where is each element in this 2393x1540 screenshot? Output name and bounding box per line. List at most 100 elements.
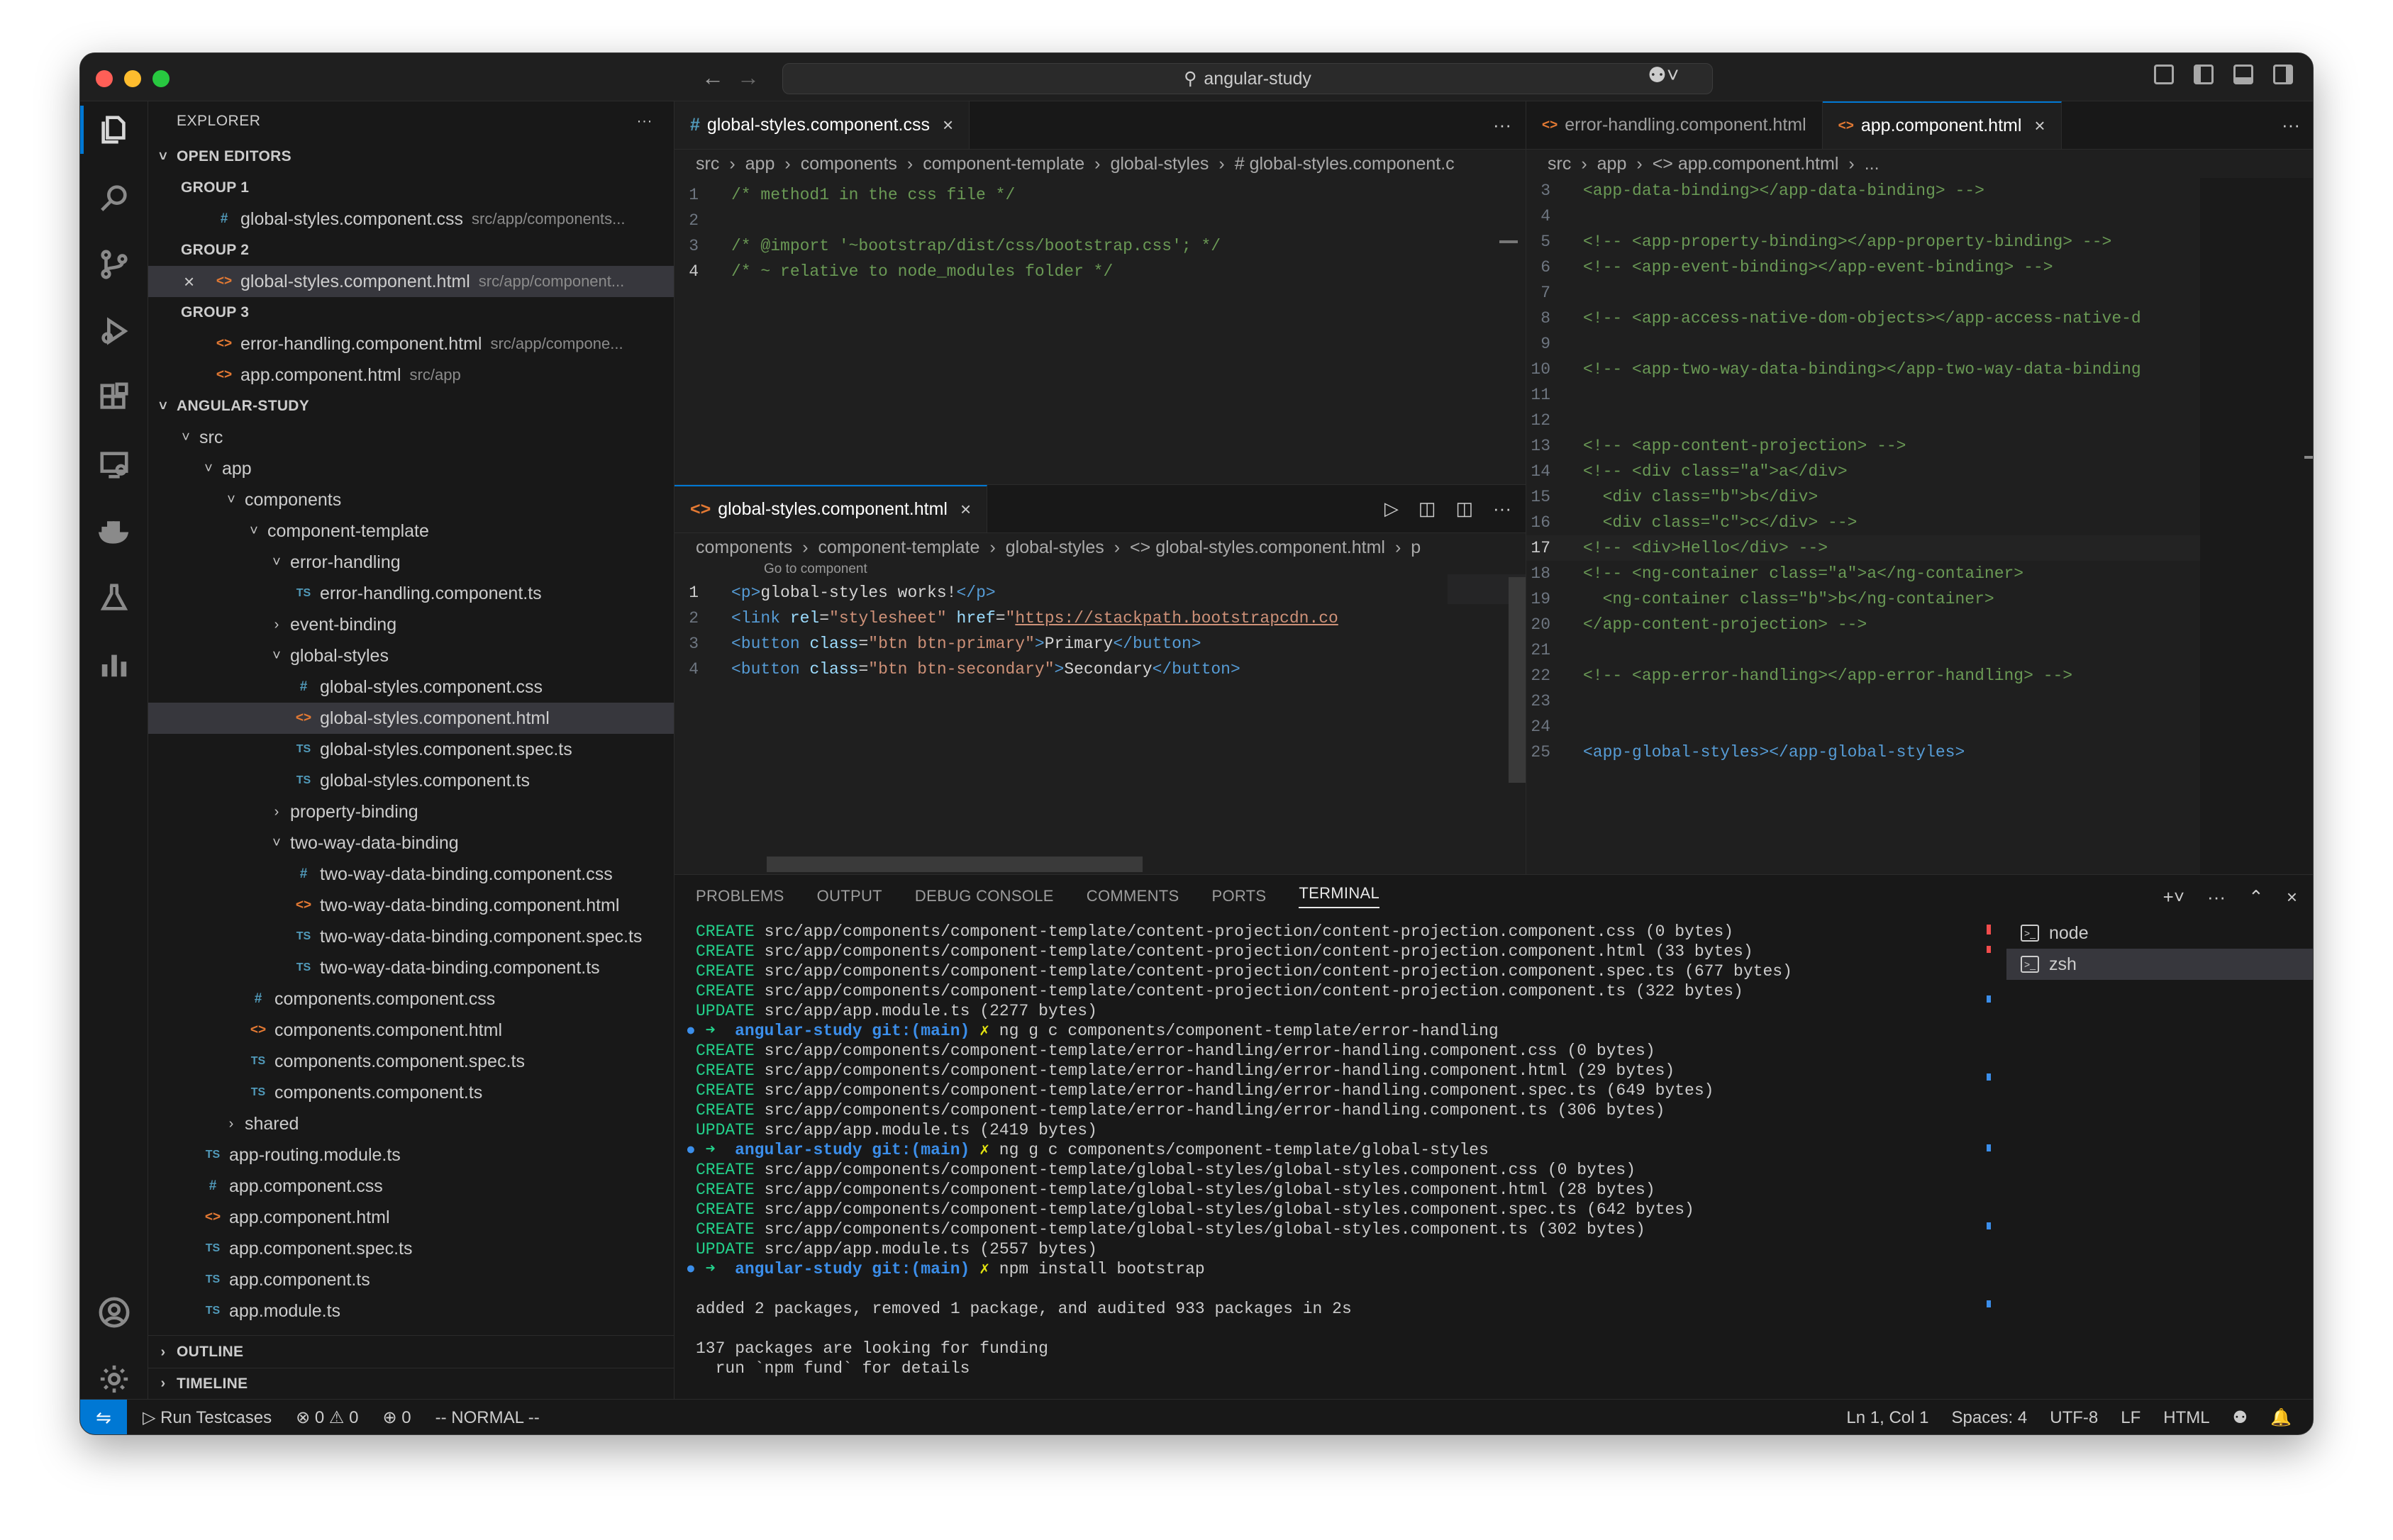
customize-layout-icon[interactable]: [2154, 65, 2174, 84]
vertical-scrollbar[interactable]: [1509, 577, 1526, 783]
tree-file[interactable]: TS two-way-data-binding.component.spec.ts: [148, 921, 674, 952]
breadcrumb-item[interactable]: <> app.component.html: [1653, 154, 1839, 174]
stylesheet-link[interactable]: https://stackpath.bootstrapcdn.co: [1015, 609, 1338, 627]
tree-folder[interactable]: › property-binding: [148, 796, 674, 827]
remote-explorer-icon[interactable]: [96, 446, 133, 483]
tree-file[interactable]: TS app.module.ts: [148, 1295, 674, 1327]
forward-arrow-icon[interactable]: →: [737, 65, 760, 91]
toggle-primary-sidebar-icon[interactable]: [2194, 65, 2214, 84]
run-testcases-button[interactable]: ▷ Run Testcases: [143, 1407, 272, 1428]
tree-file[interactable]: TS app-routing.module.ts: [148, 1139, 674, 1171]
tree-folder[interactable]: ˅ component-template: [148, 515, 674, 547]
panel-tab-terminal[interactable]: TERMINAL: [1299, 884, 1380, 908]
open-editor-item[interactable]: × <> global-styles.component.html src/app/c…: [148, 266, 674, 297]
maximize-window-button[interactable]: [152, 70, 170, 87]
source-control-icon[interactable]: [96, 246, 133, 283]
close-tab-icon[interactable]: ×: [943, 114, 953, 136]
tree-file[interactable]: <> components.component.html: [148, 1015, 674, 1046]
tree-file[interactable]: TS components.component.spec.ts: [148, 1046, 674, 1077]
tree-file[interactable]: <> global-styles.component.html: [148, 703, 674, 734]
panel-tab-problems[interactable]: PROBLEMS: [696, 887, 784, 905]
toggle-panel-icon[interactable]: [2233, 65, 2253, 84]
settings-gear-icon[interactable]: [96, 1361, 133, 1397]
tree-file[interactable]: TS global-styles.component.spec.ts: [148, 734, 674, 765]
tree-file[interactable]: TS app.component.ts: [148, 1264, 674, 1295]
close-panel-icon[interactable]: ×: [2287, 886, 2297, 908]
close-window-button[interactable]: [96, 70, 113, 87]
back-arrow-icon[interactable]: ←: [701, 65, 724, 91]
more-actions-icon[interactable]: ···: [2207, 886, 2226, 908]
breadcrumb-item[interactable]: src: [1548, 154, 1571, 174]
breadcrumb-item[interactable]: # global-styles.component.c: [1235, 154, 1455, 174]
tree-folder[interactable]: › event-binding: [148, 609, 674, 640]
cursor-position[interactable]: Ln 1, Col 1: [1846, 1408, 1928, 1428]
terminal-item-node[interactable]: >_ node: [2006, 917, 2313, 949]
panel-tab-debug-console[interactable]: DEBUG CONSOLE: [915, 887, 1054, 905]
open-editor-item[interactable]: <> error-handling.component.html src/app/c…: [148, 328, 674, 359]
encoding[interactable]: UTF-8: [2050, 1408, 2098, 1428]
maximize-panel-icon[interactable]: ⌃: [2248, 886, 2264, 908]
breadcrumb-item[interactable]: app: [1597, 154, 1627, 174]
run-icon[interactable]: ▷: [1384, 498, 1399, 520]
breadcrumb-item[interactable]: components: [696, 537, 792, 558]
split-editor-icon[interactable]: ◫: [1455, 498, 1473, 520]
code-editor[interactable]: 3 <app-data-binding></app-data-binding> -…: [1526, 178, 2200, 765]
breadcrumb-item[interactable]: components: [801, 154, 897, 174]
command-center-search[interactable]: ⚲ angular-study: [782, 63, 1713, 94]
account-icon[interactable]: [96, 1294, 133, 1331]
tree-file[interactable]: TS global-styles.component.ts: [148, 765, 674, 796]
close-editor-icon[interactable]: ×: [184, 271, 194, 293]
extensions-icon[interactable]: [96, 379, 133, 416]
end-of-line[interactable]: LF: [2121, 1408, 2141, 1428]
tree-file[interactable]: TS two-way-data-binding.component.ts: [148, 952, 674, 983]
terminal-output[interactable]: CREATE src/app/components/component-temp…: [686, 922, 1994, 1378]
toggle-secondary-sidebar-icon[interactable]: [2273, 65, 2293, 84]
tree-file[interactable]: TS error-handling.component.ts: [148, 578, 674, 609]
search-icon[interactable]: [96, 179, 133, 216]
outline-section[interactable]: › OUTLINE: [148, 1337, 674, 1368]
codelens-go-to-component[interactable]: Go to component: [674, 562, 1526, 580]
breadcrumb-item[interactable]: ...: [1865, 154, 1880, 174]
close-tab-icon[interactable]: ×: [2034, 115, 2045, 137]
ports-status[interactable]: ⊕ 0: [382, 1407, 411, 1428]
code-editor[interactable]: 1 <p>global-styles works!</p> 2 <link rel=…: [674, 580, 1526, 682]
tree-folder[interactable]: ˅ two-way-data-binding: [148, 827, 674, 859]
problems-status[interactable]: ⊗ 0 ⚠ 0: [296, 1407, 358, 1428]
terminal-scrollbar[interactable]: [1987, 917, 1994, 1400]
open-preview-icon[interactable]: ◫: [1418, 498, 1436, 520]
breadcrumb-item[interactable]: component-template: [923, 154, 1084, 174]
explorer-files-icon[interactable]: [80, 106, 133, 154]
breadcrumb-item[interactable]: p: [1411, 537, 1421, 558]
tree-file[interactable]: TS app.component.spec.ts: [148, 1233, 674, 1264]
copilot-status-icon[interactable]: ⚉: [2233, 1407, 2248, 1428]
tree-file[interactable]: <> two-way-data-binding.component.html: [148, 890, 674, 921]
tree-folder[interactable]: › shared: [148, 1108, 674, 1139]
open-editors-section[interactable]: ˅ OPEN EDITORS: [148, 141, 674, 172]
terminal-item-zsh[interactable]: >_ zsh: [2006, 949, 2313, 980]
tree-file[interactable]: <> app.component.html: [148, 1202, 674, 1233]
breadcrumb-item[interactable]: <> global-styles.component.html: [1130, 537, 1385, 558]
panel-tab-comments[interactable]: COMMENTS: [1087, 887, 1179, 905]
more-actions-icon[interactable]: ···: [1493, 498, 1511, 520]
minimap[interactable]: [2200, 178, 2313, 874]
tree-file[interactable]: TS components.component.ts: [148, 1077, 674, 1108]
minimize-window-button[interactable]: [124, 70, 141, 87]
editor-tab[interactable]: <> global-styles.component.html ×: [674, 485, 988, 532]
editor-tab[interactable]: <> app.component.html ×: [1822, 101, 2062, 149]
new-terminal-icon[interactable]: +˅: [2163, 886, 2184, 908]
panel-tab-ports[interactable]: PORTS: [1212, 887, 1267, 905]
testing-flask-icon[interactable]: [96, 579, 133, 616]
explorer-more-icon[interactable]: ···: [637, 113, 653, 130]
tree-file[interactable]: # two-way-data-binding.component.css: [148, 859, 674, 890]
indentation[interactable]: Spaces: 4: [1952, 1408, 2028, 1428]
editor-tab[interactable]: # global-styles.component.css ×: [674, 101, 970, 149]
tree-file[interactable]: # global-styles.component.css: [148, 671, 674, 703]
tree-folder[interactable]: ˅ global-styles: [148, 640, 674, 671]
more-actions-icon[interactable]: ···: [1493, 114, 1511, 136]
tree-file[interactable]: # components.component.css: [148, 983, 674, 1015]
breadcrumb-item[interactable]: app: [745, 154, 775, 174]
run-debug-icon[interactable]: [96, 313, 133, 350]
breadcrumb-item[interactable]: global-styles: [1006, 537, 1104, 558]
close-tab-icon[interactable]: ×: [960, 498, 971, 520]
breadcrumb-item[interactable]: global-styles: [1110, 154, 1209, 174]
